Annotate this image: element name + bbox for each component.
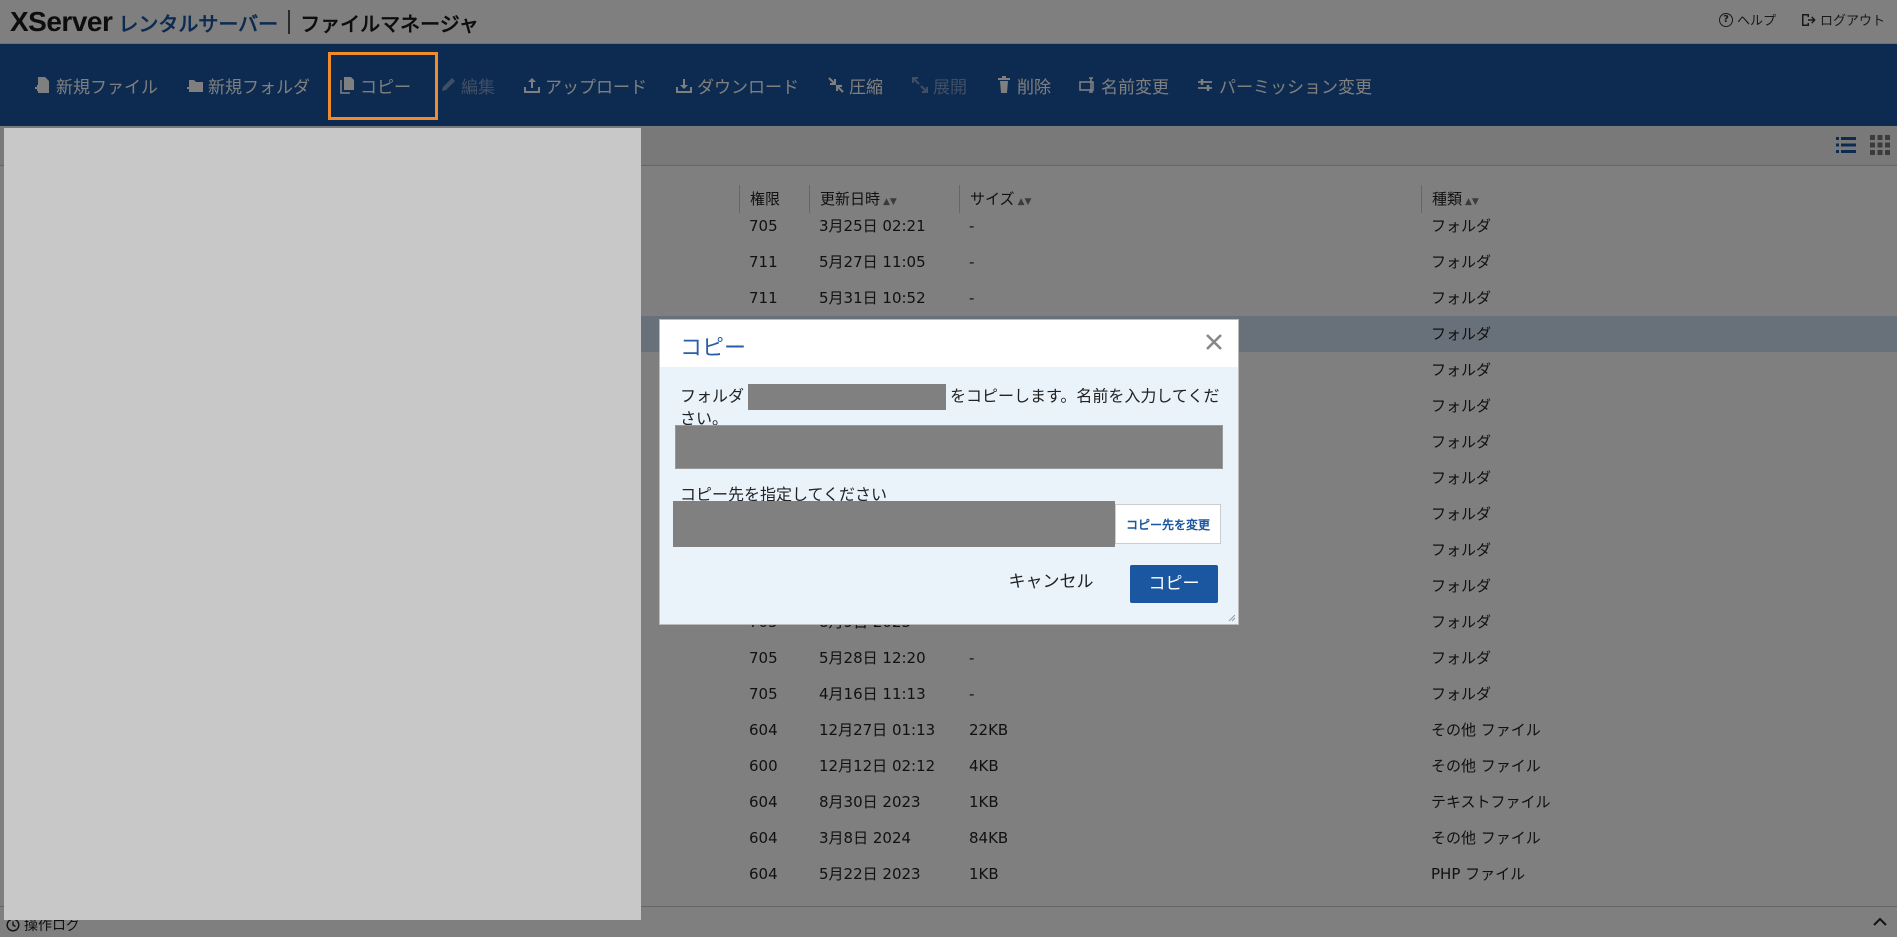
close-icon[interactable] (1204, 332, 1224, 352)
copy-dialog: コピー フォルダ をコピーします。名前を入力してください。 コピー先を指定してくだ… (659, 319, 1239, 625)
cancel-button[interactable]: キャンセル (996, 564, 1106, 600)
dialog-message: フォルダ をコピーします。名前を入力してください。 (680, 384, 1220, 428)
dialog-header: コピー (660, 320, 1238, 367)
copy-button-highlight (328, 52, 438, 120)
redacted-region (4, 128, 641, 920)
confirm-copy-button[interactable]: コピー (1130, 565, 1218, 603)
folder-name-masked (748, 384, 947, 410)
resize-grip-icon[interactable] (1226, 612, 1236, 622)
change-destination-button[interactable]: コピー先を変更 (1115, 504, 1221, 544)
dialog-title: コピー (680, 336, 747, 361)
destination-input[interactable] (673, 501, 1115, 547)
new-name-input[interactable] (675, 425, 1223, 469)
message-prefix: フォルダ (680, 386, 745, 406)
